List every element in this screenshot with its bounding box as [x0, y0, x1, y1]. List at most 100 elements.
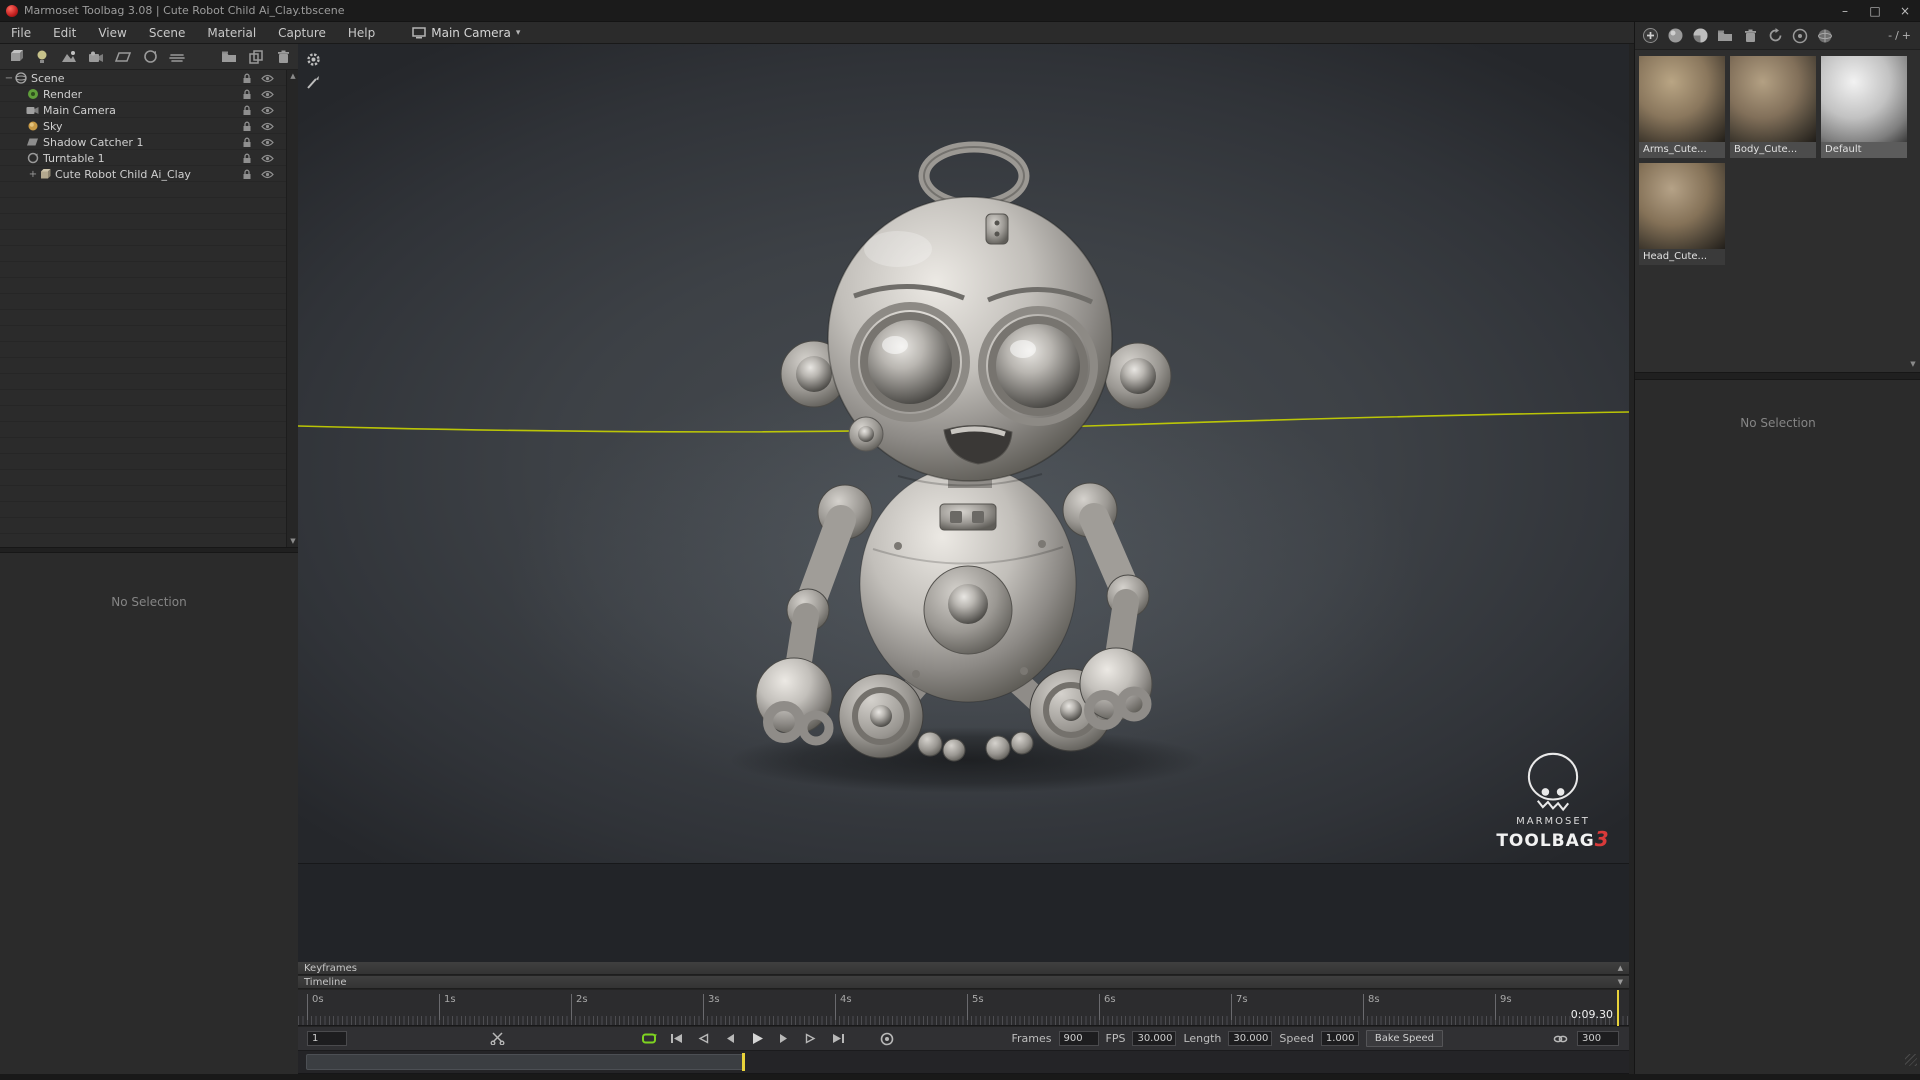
previous-keyframe-icon[interactable] — [693, 1031, 713, 1047]
viewport-3d[interactable]: MARMOSET TOOLBAG3 — [298, 44, 1629, 863]
material-item-default[interactable]: Default — [1821, 56, 1907, 158]
tree-row-scene[interactable]: − Scene — [0, 70, 286, 86]
minimize-button[interactable]: – — [1830, 0, 1860, 22]
resize-grip[interactable] — [1905, 1054, 1917, 1066]
collapse-up-icon[interactable]: ▲ — [1618, 964, 1623, 972]
tree-row-main-camera[interactable]: Main Camera — [0, 102, 286, 118]
keyframes-bar[interactable]: Keyframes ▲ — [298, 962, 1629, 975]
loop-toggle-icon[interactable] — [639, 1031, 659, 1047]
add-shadow-catcher-icon[interactable] — [114, 48, 132, 66]
step-forward-icon[interactable] — [774, 1031, 794, 1047]
step-back-icon[interactable] — [720, 1031, 740, 1047]
material-item-head[interactable]: Head_Cute... — [1639, 163, 1725, 265]
refresh-icon[interactable] — [1766, 27, 1784, 45]
preview-sphere-icon[interactable] — [1791, 27, 1809, 45]
menu-scene[interactable]: Scene — [138, 22, 197, 44]
loop-end-field[interactable]: 300 — [1577, 1031, 1619, 1046]
current-time-label: 0:09.30 — [1570, 1008, 1613, 1021]
speed-field[interactable]: 1.000 — [1320, 1031, 1359, 1046]
timeline-ruler[interactable]: 0s 1s 2s 3s 4s 5s 6s 7s 8s 9s 0:09.30 — [298, 990, 1629, 1026]
visibility-eye-icon[interactable] — [260, 153, 274, 164]
menu-view[interactable]: View — [87, 22, 137, 44]
length-field[interactable]: 30.000 — [1228, 1031, 1273, 1046]
open-folder-icon[interactable] — [220, 48, 238, 66]
tree-row-turntable[interactable]: Turntable 1 — [0, 150, 286, 166]
lock-icon[interactable] — [240, 105, 254, 116]
turntable-icon — [26, 152, 39, 165]
folder-icon[interactable] — [1716, 27, 1734, 45]
delete-icon[interactable] — [274, 48, 292, 66]
frames-field[interactable]: 900 — [1058, 1031, 1099, 1046]
fps-field[interactable]: 30.000 — [1132, 1031, 1177, 1046]
timeline-scrollbar-thumb[interactable] — [306, 1054, 744, 1070]
material-thumbnail[interactable] — [1821, 56, 1907, 142]
timeline-bar[interactable]: Timeline ▼ — [298, 976, 1629, 989]
add-light-icon[interactable] — [33, 48, 51, 66]
add-mesh-icon[interactable] — [6, 48, 24, 66]
add-camera-icon[interactable] — [87, 48, 105, 66]
material-sphere-icon[interactable] — [1666, 27, 1684, 45]
expander-icon[interactable]: + — [28, 169, 38, 180]
material-item-body[interactable]: Body_Cute... — [1730, 56, 1816, 158]
lock-icon[interactable] — [240, 137, 254, 148]
menu-file[interactable]: File — [0, 22, 42, 44]
lock-icon[interactable] — [240, 153, 254, 164]
add-sky-icon[interactable] — [60, 48, 78, 66]
checker-sphere-icon[interactable] — [1691, 27, 1709, 45]
link-icon[interactable] — [1550, 1031, 1570, 1047]
add-fog-icon[interactable] — [168, 48, 186, 66]
jump-to-end-icon[interactable] — [828, 1031, 848, 1047]
delete-material-icon[interactable] — [1741, 27, 1759, 45]
current-frame-field[interactable]: 1 — [307, 1031, 347, 1046]
scene-tree-scrollbar[interactable]: ▲ ▼ — [286, 70, 298, 547]
collapse-down-icon[interactable]: ▼ — [1618, 978, 1623, 986]
bake-speed-button[interactable]: Bake Speed — [1365, 1030, 1443, 1047]
tree-row-shadow-catcher[interactable]: Shadow Catcher 1 — [0, 134, 286, 150]
lock-icon[interactable] — [240, 121, 254, 132]
jump-to-start-icon[interactable] — [666, 1031, 686, 1047]
material-thumbnail[interactable] — [1730, 56, 1816, 142]
play-icon[interactable] — [747, 1031, 767, 1047]
lock-icon[interactable] — [240, 169, 254, 180]
turntable-record-icon[interactable] — [877, 1031, 897, 1047]
close-button[interactable]: × — [1890, 0, 1920, 22]
scissors-icon[interactable] — [487, 1031, 507, 1047]
visibility-eye-icon[interactable] — [260, 105, 274, 116]
scroll-down-icon[interactable]: ▼ — [1907, 358, 1919, 370]
material-item-arms[interactable]: Arms_Cute... — [1639, 56, 1725, 158]
maximize-button[interactable]: □ — [1860, 0, 1890, 22]
visibility-eye-icon[interactable] — [260, 73, 274, 84]
thumb-size-increase[interactable]: + — [1902, 29, 1911, 42]
tree-row-render[interactable]: Render — [0, 86, 286, 102]
lock-icon[interactable] — [240, 89, 254, 100]
visibility-eye-icon[interactable] — [260, 169, 274, 180]
add-turntable-icon[interactable] — [141, 48, 159, 66]
menu-capture[interactable]: Capture — [267, 22, 337, 44]
gear-icon[interactable] — [306, 52, 321, 67]
thumb-size-decrease[interactable]: - — [1888, 29, 1892, 42]
material-thumbnail[interactable] — [1639, 163, 1725, 249]
next-keyframe-icon[interactable] — [801, 1031, 821, 1047]
menu-edit[interactable]: Edit — [42, 22, 87, 44]
playhead[interactable] — [1617, 990, 1619, 1026]
menu-material[interactable]: Material — [196, 22, 267, 44]
tree-row-sky[interactable]: Sky — [0, 118, 286, 134]
logo-text-marmoset: MARMOSET — [1516, 816, 1590, 827]
new-material-icon[interactable] — [1641, 27, 1659, 45]
timeline-scrollbar-playhead[interactable] — [742, 1053, 745, 1071]
keyframe-track-area[interactable] — [298, 863, 1629, 962]
visibility-eye-icon[interactable] — [260, 121, 274, 132]
expander-icon[interactable]: − — [4, 73, 14, 84]
tree-row-cute-robot[interactable]: + Cute Robot Child Ai_Clay — [0, 166, 286, 182]
visibility-eye-icon[interactable] — [260, 89, 274, 100]
camera-view-tab[interactable]: Main Camera ▾ — [412, 26, 520, 40]
visibility-eye-icon[interactable] — [260, 137, 274, 148]
duplicate-icon[interactable] — [247, 48, 265, 66]
timeline-scrollbar[interactable] — [298, 1051, 1629, 1074]
material-thumbnail[interactable] — [1639, 56, 1725, 142]
panel-splitter[interactable] — [1635, 372, 1920, 380]
world-icon[interactable] — [1816, 27, 1834, 45]
paint-brush-icon[interactable] — [306, 75, 321, 90]
lock-icon[interactable] — [240, 73, 254, 84]
menu-help[interactable]: Help — [337, 22, 386, 44]
